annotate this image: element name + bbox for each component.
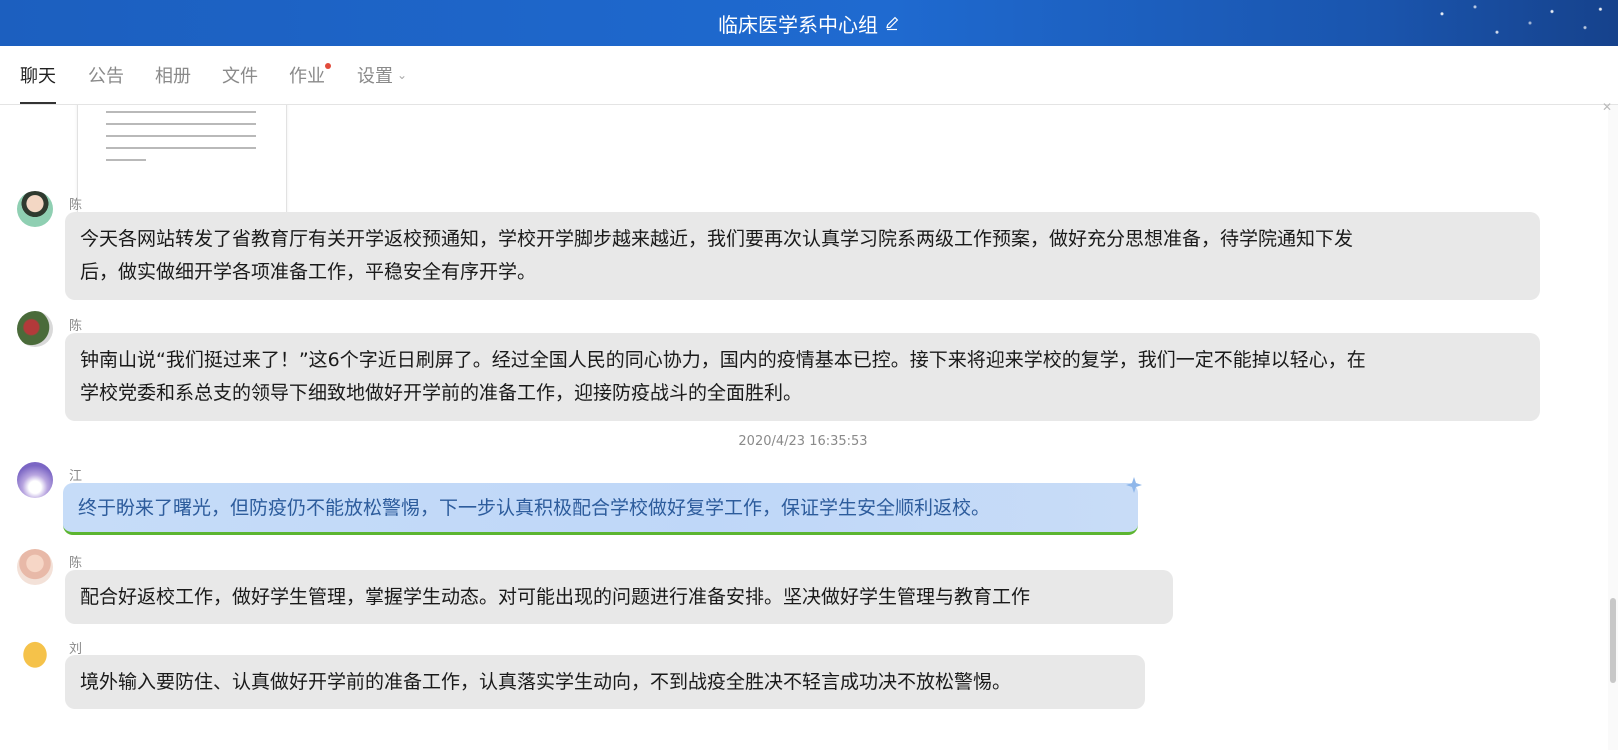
avatar[interactable] <box>17 549 53 585</box>
tab-homework-label: 作业 <box>289 66 325 87</box>
tab-album-label: 相册 <box>155 66 191 87</box>
tab-files-label: 文件 <box>222 66 258 87</box>
notification-dot <box>325 63 331 69</box>
message-timestamp: 2020/4/23 16:35:53 <box>738 434 868 449</box>
group-title: 临床医学系中心组 <box>718 12 878 37</box>
avatar[interactable] <box>17 191 53 227</box>
message-bubble[interactable]: 今天各网站转发了省教育厅有关开学返校预通知，学校开学脚步越来越近，我们要再次认真… <box>65 212 1540 300</box>
tab-bar: 聊天 公告 相册 文件 作业 设置 ⌄ <box>0 46 1618 105</box>
close-icon[interactable]: ✕ <box>1602 100 1612 114</box>
message-line: 终于盼来了曙光，但防疫仍不能放松警惕，下一步认真积极配合学校做好复学工作，保证学… <box>78 497 991 519</box>
message-line: 钟南山说“我们挺过来了！”这6个字近日刷屏了。经过全国人民的同心协力，国内的疫情… <box>80 349 1366 371</box>
message-line: 今天各网站转发了省教育厅有关开学返校预通知，学校开学脚步越来越近，我们要再次认真… <box>80 228 1354 250</box>
title-bar: 临床医学系中心组 <box>0 0 1618 46</box>
avatar[interactable] <box>17 462 53 498</box>
tab-album[interactable]: 相册 <box>155 46 191 104</box>
message-bubble[interactable]: 终于盼来了曙光，但防疫仍不能放松警惕，下一步认真积极配合学校做好复学工作，保证学… <box>63 483 1138 535</box>
window-title-wrap: 临床医学系中心组 <box>0 0 1618 46</box>
message-bubble[interactable]: 配合好返校工作，做好学生管理，掌握学生动态。对可能出现的问题进行准备安排。坚决做… <box>65 570 1173 624</box>
chat-area: 陈俊颖 今天各网站转发了省教育厅有关开学返校预通知，学校开学脚步越来越近，我们要… <box>0 105 1618 750</box>
message-line: 学校党委和系总支的领导下细致地做好开学前的准备工作，迎接防疫战斗的全面胜利。 <box>80 382 803 404</box>
message-line: 境外输入要防住、认真做好开学前的准备工作，认真落实学生动向，不到战疫全胜决不轻言… <box>80 671 1012 693</box>
sparkle-icon <box>1126 477 1142 493</box>
message-bubble[interactable]: 钟南山说“我们挺过来了！”这6个字近日刷屏了。经过全国人民的同心协力，国内的疫情… <box>65 333 1540 421</box>
tab-settings[interactable]: 设置 ⌄ <box>357 46 407 104</box>
avatar[interactable] <box>17 635 53 671</box>
pencil-icon[interactable] <box>884 15 900 31</box>
message-line: 后，做实做细开学各项准备工作，平稳安全有序开学。 <box>80 261 537 283</box>
tab-settings-label: 设置 <box>357 66 393 87</box>
tab-files[interactable]: 文件 <box>222 46 258 104</box>
message-line: 配合好返校工作，做好学生管理，掌握学生动态。对可能出现的问题进行准备安排。坚决做… <box>80 586 1031 608</box>
avatar[interactable] <box>17 311 53 347</box>
tab-announcement[interactable]: 公告 <box>88 46 124 104</box>
tab-announcement-label: 公告 <box>88 66 124 87</box>
tab-chat[interactable]: 聊天 <box>20 46 56 104</box>
chevron-down-icon: ⌄ <box>397 68 408 82</box>
tab-homework[interactable]: 作业 <box>289 46 331 104</box>
scrollbar-thumb[interactable] <box>1610 598 1616 683</box>
tab-chat-label: 聊天 <box>20 66 56 87</box>
message-bubble[interactable]: 境外输入要防住、认真做好开学前的准备工作，认真落实学生动向，不到战疫全胜决不轻言… <box>65 655 1145 709</box>
